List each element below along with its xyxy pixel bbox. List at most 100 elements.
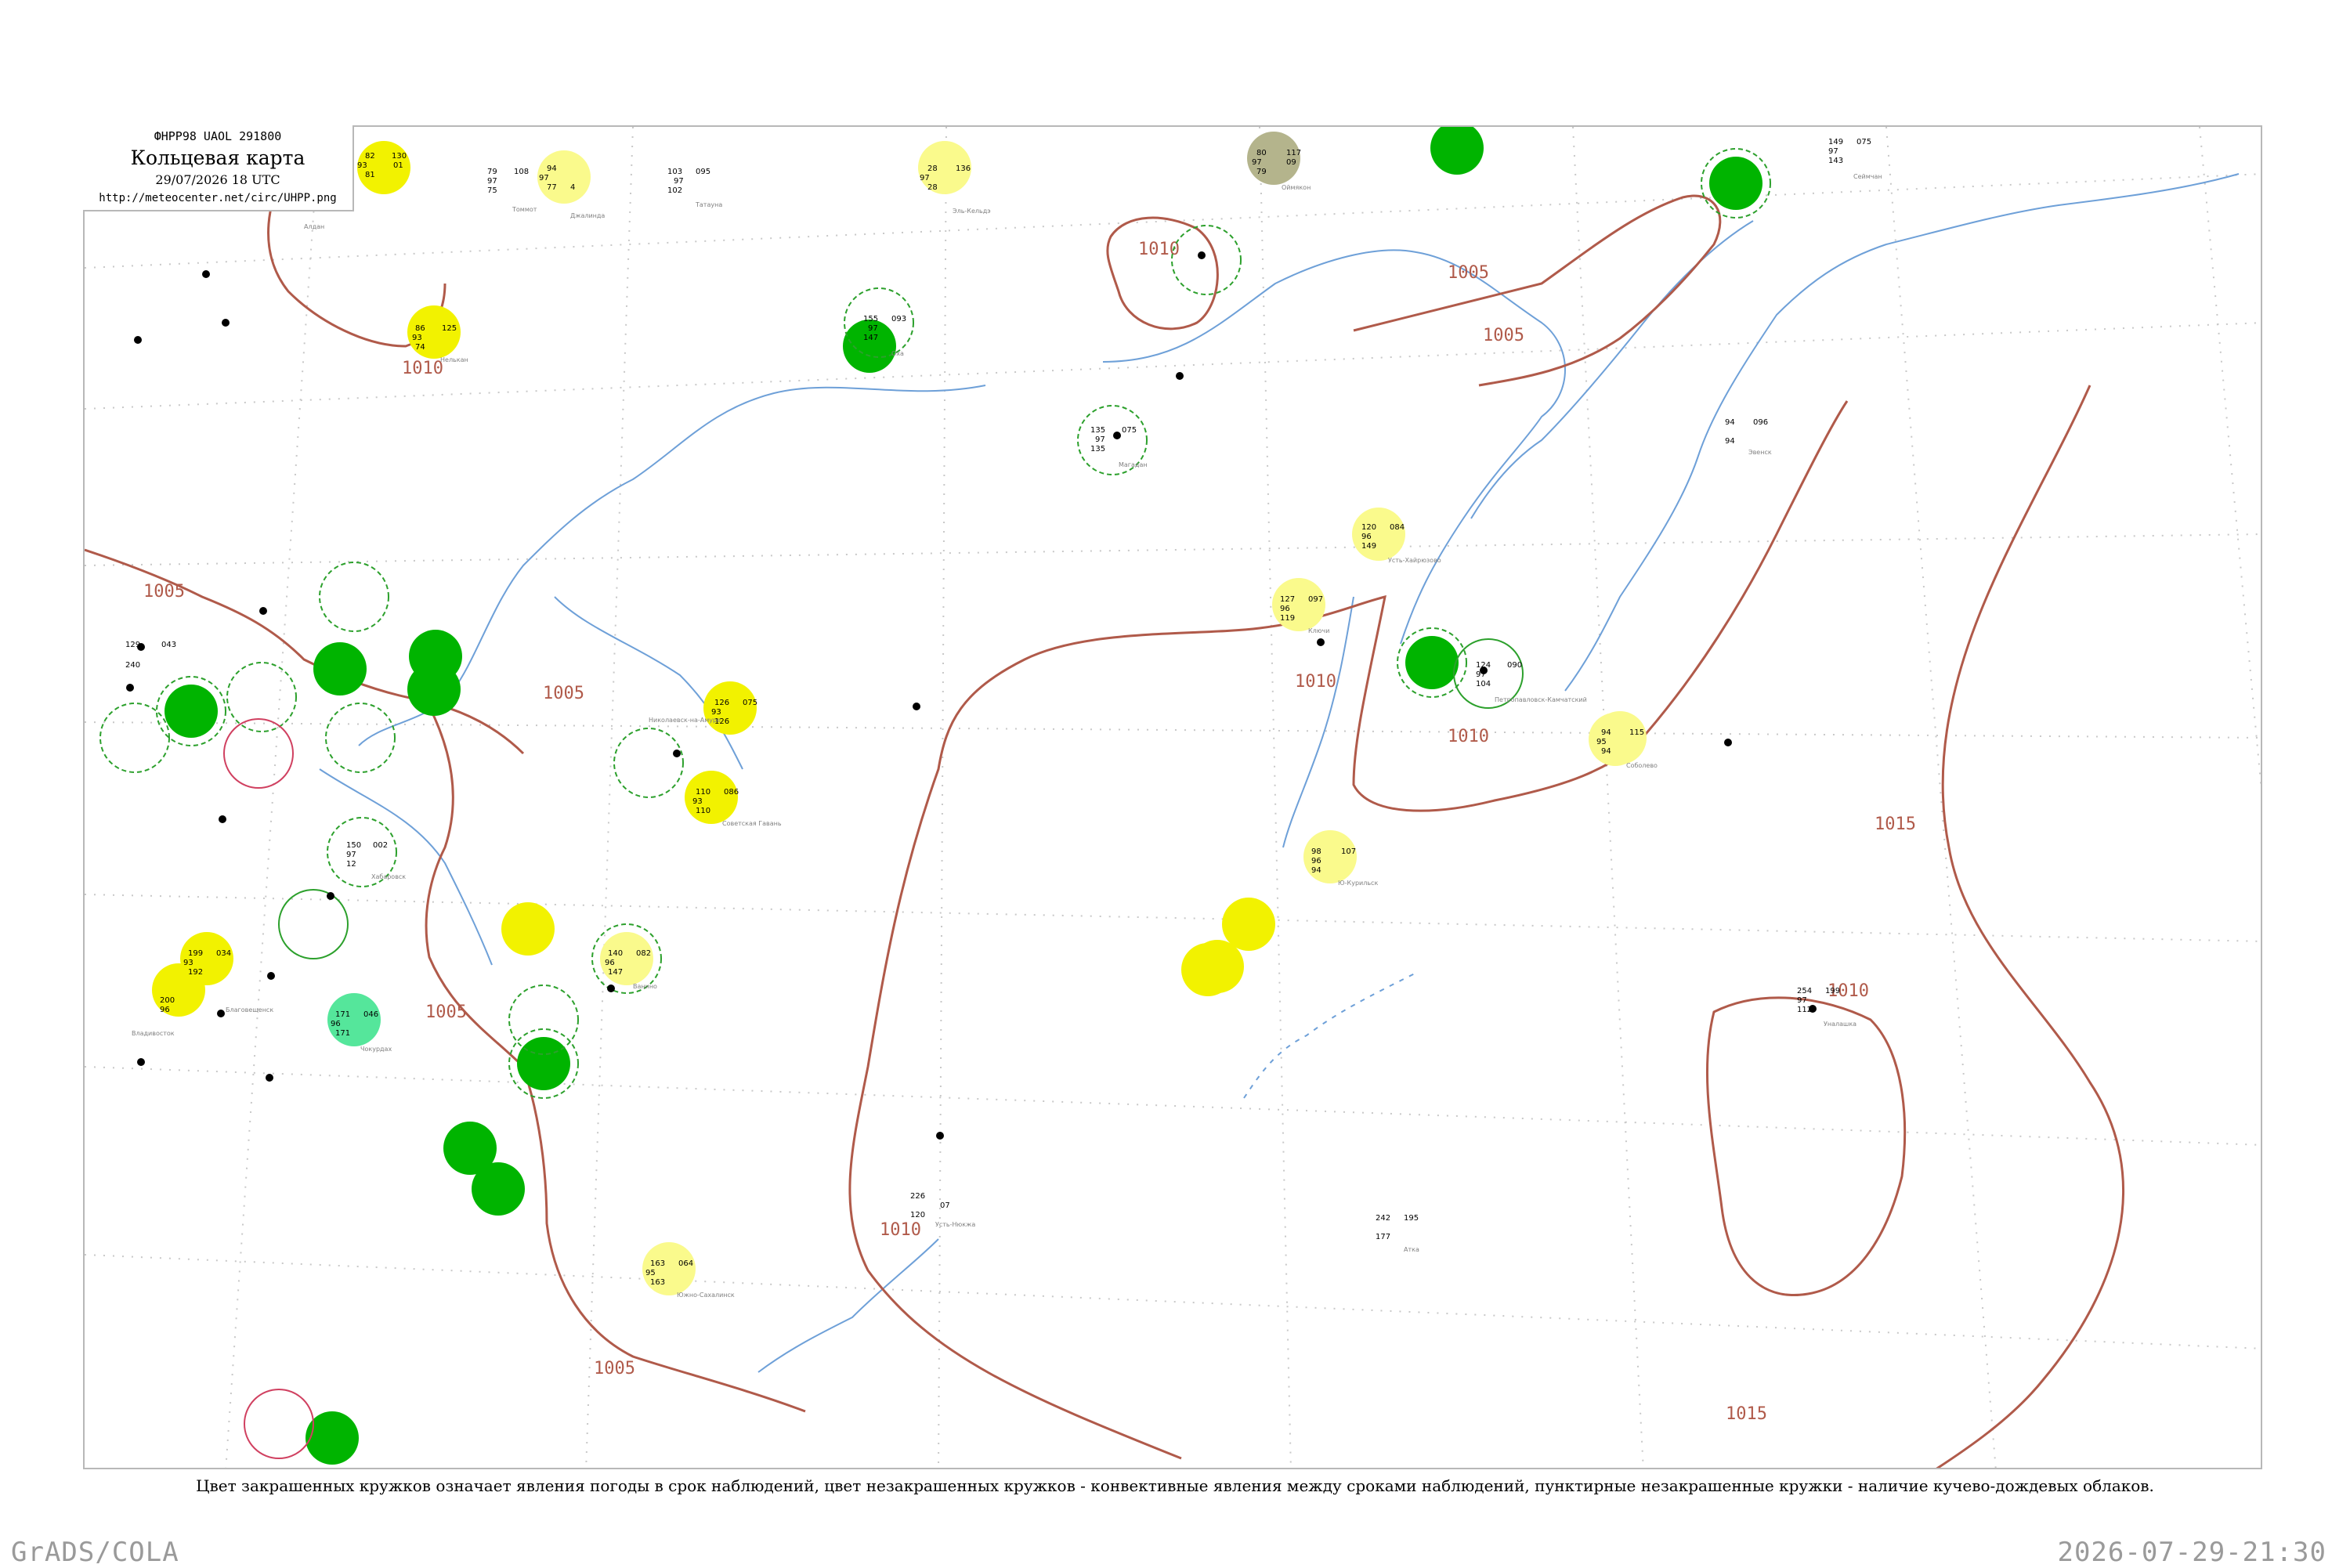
station-obs-3: 79 108 97 75 Томмот — [487, 168, 537, 213]
isobar-label: 1015 — [1726, 1404, 1767, 1424]
station-dot — [266, 1074, 273, 1082]
svg-text:090: 090 — [1507, 661, 1522, 670]
svg-text:075: 075 — [743, 699, 757, 707]
station-dot — [936, 1132, 944, 1140]
svg-text:254: 254 — [1797, 987, 1812, 995]
station-name: Магадан — [1119, 461, 1148, 468]
svg-text:97: 97 — [920, 174, 930, 182]
svg-text:07: 07 — [940, 1201, 950, 1210]
station-dots — [103, 140, 1817, 1140]
svg-text:104: 104 — [1476, 680, 1491, 688]
station-name: Южно-Сахалинск — [677, 1292, 735, 1299]
svg-text:115: 115 — [1629, 728, 1644, 737]
map-title-box: ФНРР98 UAOL 291800 Кольцевая карта 29/07… — [83, 125, 354, 211]
station-dot — [267, 972, 275, 980]
station-name: Алдан — [304, 223, 324, 230]
station-dot — [137, 1058, 145, 1066]
station-circle-yellow-light — [1352, 508, 1405, 561]
station-obs-12: 94 096 94 Эвенск — [1725, 418, 1772, 456]
svg-text:127: 127 — [1280, 595, 1295, 604]
station-dot — [222, 319, 230, 327]
convective-ring — [278, 889, 349, 959]
station-name: Ключи — [1308, 627, 1329, 634]
svg-text:97: 97 — [1476, 670, 1486, 679]
station-circle-yellow — [1181, 943, 1235, 996]
svg-text:119: 119 — [1280, 614, 1295, 623]
isobar-label: 1010 — [402, 359, 443, 378]
station-name: Оймякон — [1282, 184, 1311, 191]
station-dot — [219, 815, 226, 823]
sakhalin — [1282, 596, 1354, 848]
cb-ring — [226, 662, 297, 732]
station-obs-15: 124 090 97 104 Петропавловск-Камчатский — [1476, 661, 1587, 703]
svg-text:096: 096 — [1753, 418, 1768, 427]
svg-text:94: 94 — [1311, 866, 1321, 875]
station-name: Татауна — [695, 201, 722, 208]
svg-text:125: 125 — [442, 324, 457, 333]
svg-text:96: 96 — [331, 1020, 341, 1028]
station-name: Нелькан — [440, 356, 468, 363]
svg-text:163: 163 — [650, 1278, 665, 1287]
svg-text:97: 97 — [1828, 147, 1838, 156]
map-code: ФНРР98 UAOL 291800 — [154, 129, 282, 143]
svg-text:171: 171 — [335, 1029, 350, 1038]
svg-text:97: 97 — [868, 324, 878, 333]
convective-ring — [223, 718, 294, 789]
cb-ring — [1171, 225, 1242, 295]
station-dot — [1113, 432, 1121, 439]
svg-text:242: 242 — [1376, 1214, 1390, 1223]
isobar-1010-low — [1705, 996, 1907, 1296]
svg-text:120: 120 — [1361, 523, 1376, 532]
svg-text:4: 4 — [570, 183, 575, 192]
map-title: Кольцевая карта — [130, 146, 306, 169]
svg-text:199: 199 — [1825, 987, 1840, 995]
station-name: Эль-Кельдэ — [953, 208, 991, 215]
svg-text:143: 143 — [1828, 157, 1843, 165]
station-name: Оха — [891, 350, 904, 357]
svg-text:200: 200 — [160, 996, 175, 1005]
station-name: Усть-Нюкжа — [935, 1221, 975, 1228]
station-circle-yellow — [1222, 898, 1275, 951]
map-frame: 1010 1005 1005 1005 1010 1005 1005 1010 … — [83, 125, 2262, 1469]
svg-text:149: 149 — [1828, 138, 1843, 146]
map-caption: Цвет закрашенных кружков означает явлени… — [196, 1476, 2154, 1495]
station-name: Томмот — [512, 206, 537, 213]
svg-text:82: 82 — [365, 152, 375, 161]
cb-ring — [325, 703, 396, 773]
svg-text:064: 064 — [678, 1259, 693, 1268]
isobars — [85, 150, 2125, 1468]
svg-text:171: 171 — [335, 1010, 350, 1019]
isobar-label: 1005 — [594, 1359, 635, 1378]
svg-text:79: 79 — [1256, 168, 1267, 176]
svg-text:75: 75 — [487, 186, 497, 195]
svg-text:240: 240 — [125, 661, 140, 670]
svg-text:082: 082 — [636, 949, 651, 958]
svg-text:075: 075 — [1122, 426, 1137, 435]
kuril-arc — [1243, 972, 1417, 1099]
svg-text:09: 09 — [1286, 158, 1296, 167]
japan-north — [757, 1238, 939, 1373]
svg-text:79: 79 — [487, 168, 497, 176]
svg-text:80: 80 — [1256, 149, 1267, 157]
svg-text:94: 94 — [1725, 418, 1735, 427]
station-dot — [217, 1010, 225, 1017]
svg-text:102: 102 — [667, 186, 682, 195]
isobar-label: 1005 — [425, 1003, 467, 1022]
station-obs-29: 129 043 240 — [125, 641, 176, 670]
station-obs-26: 242 195 177 Атка — [1376, 1214, 1419, 1253]
isobar-label: 1010 — [1448, 727, 1489, 746]
svg-text:77: 77 — [547, 183, 557, 192]
station-circle-green — [1430, 127, 1484, 175]
isobar-label: 1010 — [880, 1220, 921, 1240]
svg-text:103: 103 — [667, 168, 682, 176]
svg-text:94: 94 — [1601, 728, 1611, 737]
svg-text:98: 98 — [1311, 847, 1321, 856]
station-name: Усть-Хайрюзово — [1388, 557, 1441, 564]
svg-text:95: 95 — [1596, 738, 1607, 746]
svg-text:043: 043 — [161, 641, 176, 649]
svg-text:28: 28 — [927, 183, 938, 192]
small-river-1 — [554, 596, 743, 770]
map-url[interactable]: http://meteocenter.net/circ/UHPP.png — [83, 192, 352, 204]
isobar-label: 1015 — [1875, 815, 1916, 834]
station-circle-green — [472, 1162, 525, 1216]
